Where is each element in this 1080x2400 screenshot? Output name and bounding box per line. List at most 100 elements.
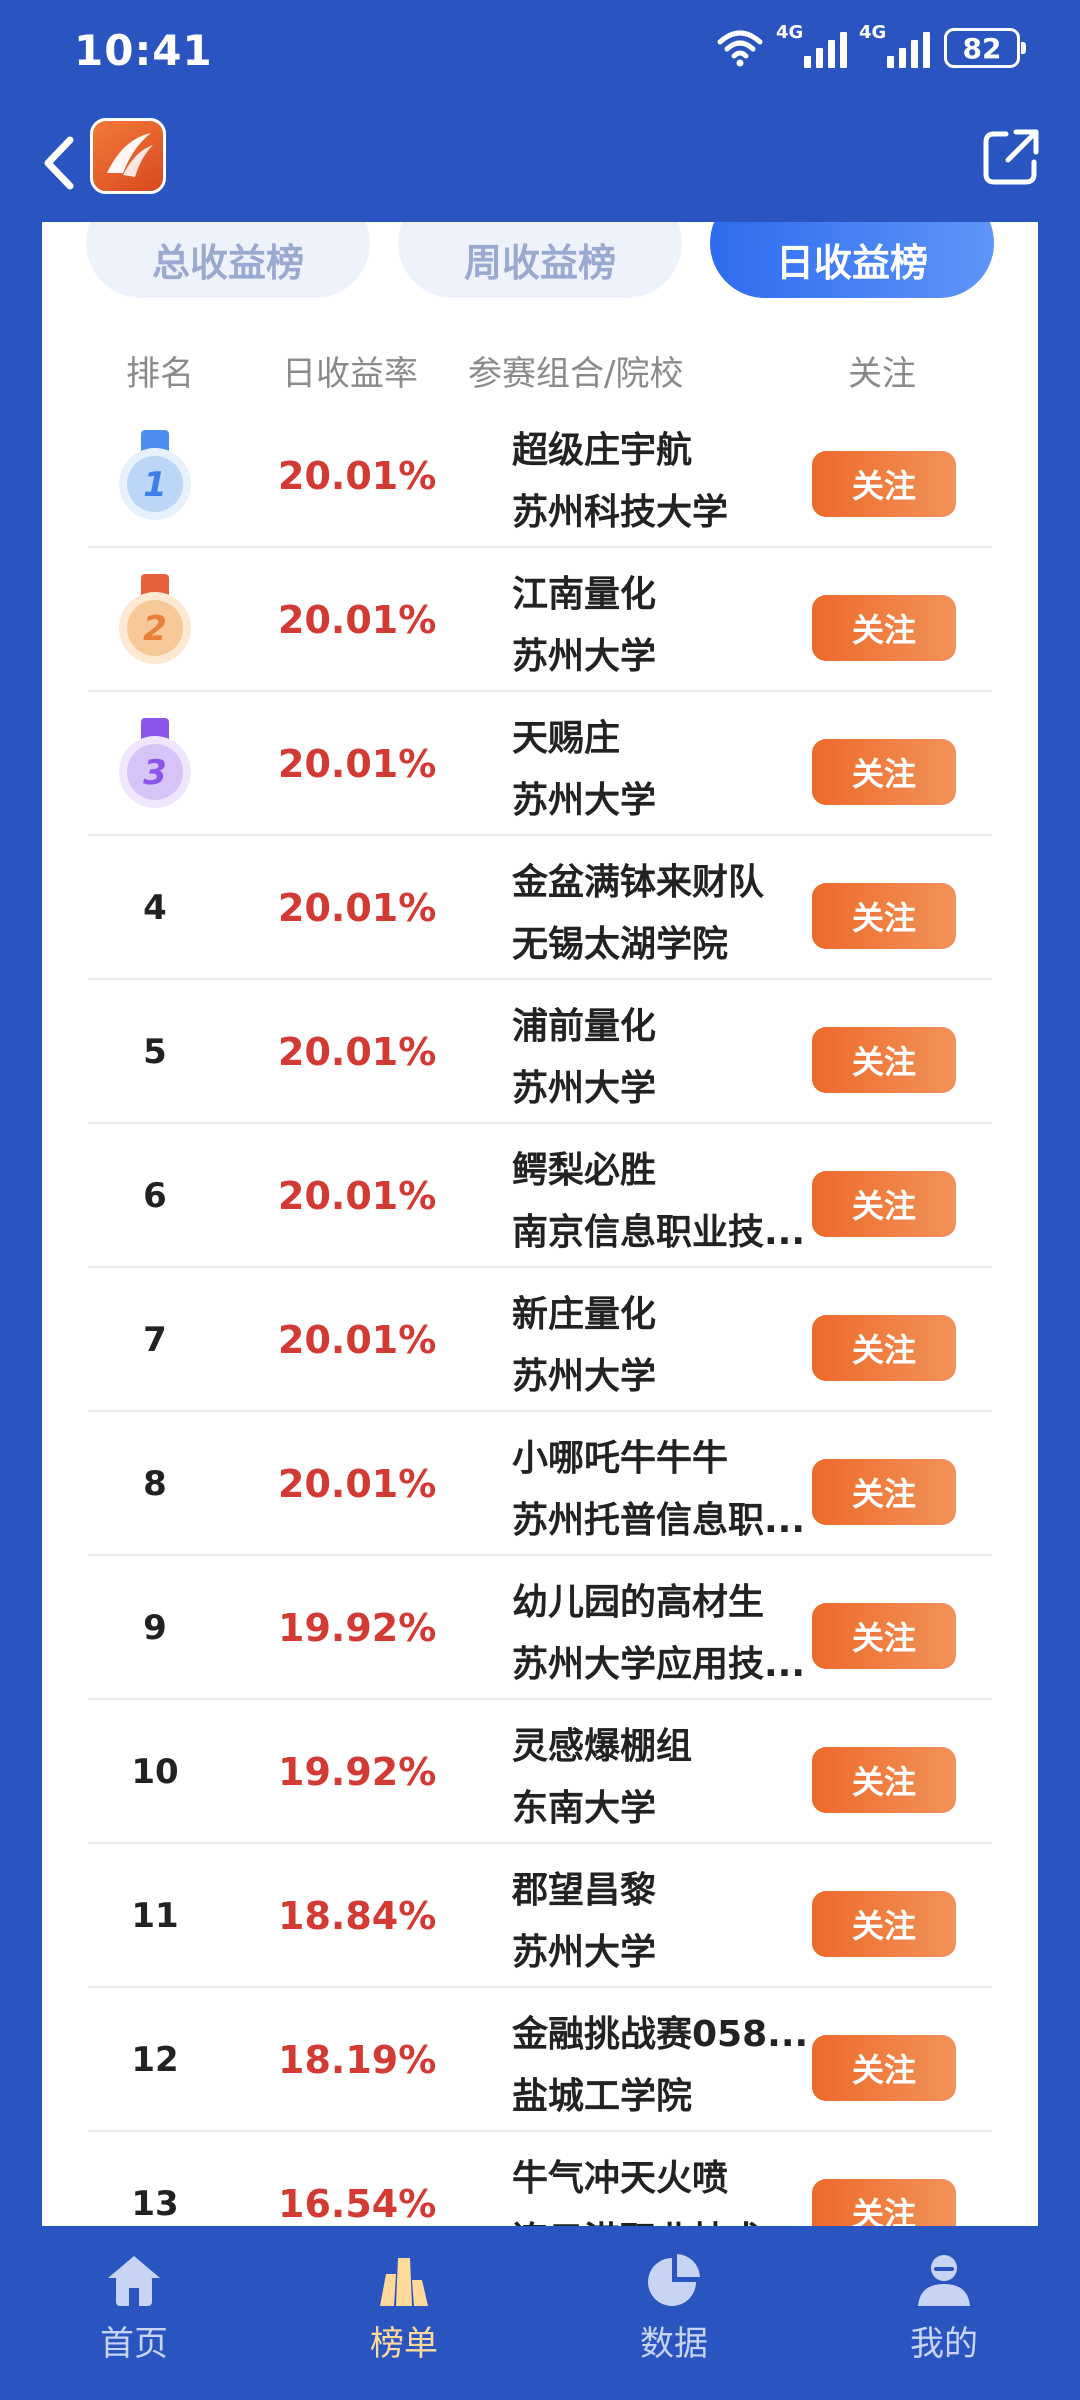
- team-name: 天赐庄: [512, 718, 621, 759]
- team-info: 江南量化 苏州大学: [512, 564, 812, 688]
- table-row: 5 20.01% 浦前量化 苏州大学 关注: [88, 980, 992, 1124]
- follow-button[interactable]: 关注: [812, 1027, 956, 1093]
- nav-home[interactable]: 首页: [54, 2250, 214, 2380]
- rank-number: 5: [143, 1032, 167, 1072]
- team-name: 牛气冲天火喷: [512, 2158, 729, 2199]
- nav-data[interactable]: 数据: [594, 2250, 754, 2380]
- team-info: 鳄梨必胜 南京信息职业技...: [512, 1140, 812, 1264]
- battery-icon: 82: [944, 28, 1026, 68]
- rank-number: 11: [131, 1896, 179, 1936]
- col-rate: 日收益率: [282, 354, 418, 394]
- team-info: 天赐庄 苏州大学: [512, 708, 812, 832]
- daily-return-rate: 20.01%: [278, 1030, 437, 1074]
- share-icon[interactable]: [976, 122, 1046, 192]
- rank-number: 10: [131, 1752, 179, 1792]
- follow-button[interactable]: 关注: [812, 595, 956, 661]
- team-info: 牛气冲天火喷连云港职业技术: [512, 2148, 812, 2226]
- home-icon: [108, 2256, 160, 2306]
- table-row: 7 20.01% 新庄量化 苏州大学 关注: [88, 1268, 992, 1412]
- rank-number: 13: [131, 2184, 179, 2224]
- ranking-icon: [380, 2258, 428, 2306]
- follow-button[interactable]: 关注: [812, 1891, 956, 1957]
- table-row: 9 19.92% 幼儿园的高材生 苏州大学应用技... 关注: [88, 1556, 992, 1700]
- col-rank: 排名: [126, 354, 194, 394]
- table-row: 12 18.19% 金融挑战赛058... 盐城工学院 关注: [88, 1988, 992, 2132]
- ranking-list: 1 20.01% 超级庄宇航 苏州科技大学 关注 2 20.01% 江南量化 苏州大学 关注 3 20…: [88, 404, 992, 2226]
- school-name: 苏州托普信息职...: [512, 1500, 806, 1541]
- daily-return-rate: 19.92%: [278, 1606, 437, 1650]
- medal-rank-text: 3: [143, 753, 167, 793]
- rank-cell: 9: [110, 1556, 200, 1700]
- follow-button[interactable]: 关注: [812, 451, 956, 517]
- status-bar: 10:41 4G 4G 82: [0, 0, 1080, 100]
- table-row: 1 20.01% 超级庄宇航 苏州科技大学 关注: [88, 404, 992, 548]
- team-name: 灵感爆棚组: [512, 1726, 693, 1767]
- team-name: 幼儿园的高材生: [512, 1582, 765, 1623]
- rank-cell: 4: [110, 836, 200, 980]
- school-name: 苏州科技大学: [512, 492, 729, 533]
- rank-cell: 11: [110, 1844, 200, 1988]
- table-header: 排名 日收益率 参赛组合/院校 关注: [42, 332, 1038, 402]
- rank-cell: 1: [110, 404, 200, 548]
- tab-weekly-return[interactable]: 周收益榜: [398, 222, 682, 298]
- tab-total-return[interactable]: 总收益榜: [86, 222, 370, 298]
- team-info: 郡望昌黎 苏州大学: [512, 1860, 812, 1984]
- medal-rank-text: 1: [143, 465, 167, 505]
- signal-icon: 4G: [776, 22, 847, 68]
- wifi-icon: [717, 30, 763, 67]
- follow-button[interactable]: 关注: [812, 2179, 956, 2226]
- school-name: 苏州大学: [512, 1932, 657, 1973]
- follow-button[interactable]: 关注: [812, 739, 956, 805]
- table-row: 13 16.54% 牛气冲天火喷连云港职业技术关注: [88, 2132, 992, 2226]
- table-row: 8 20.01% 小哪吒牛牛牛 苏州托普信息职... 关注: [88, 1412, 992, 1556]
- nav-ranking[interactable]: 榜单: [324, 2250, 484, 2380]
- table-row: 4 20.01% 金盆满钵来财队 无锡太湖学院 关注: [88, 836, 992, 980]
- follow-button[interactable]: 关注: [812, 1603, 956, 1669]
- follow-button[interactable]: 关注: [812, 1315, 956, 1381]
- follow-button[interactable]: 关注: [812, 883, 956, 949]
- table-row: 10 19.92% 灵感爆棚组 东南大学 关注: [88, 1700, 992, 1844]
- table-row: 6 20.01% 鳄梨必胜 南京信息职业技... 关注: [88, 1124, 992, 1268]
- medal-icon: 3: [119, 718, 191, 808]
- team-name: 金融挑战赛058...: [512, 2014, 809, 2055]
- user-icon: [918, 2255, 970, 2306]
- battery-level: 82: [962, 31, 1002, 65]
- rank-cell: 3: [110, 692, 200, 836]
- follow-button[interactable]: 关注: [812, 1747, 956, 1813]
- nav-mine[interactable]: 我的: [864, 2250, 1024, 2380]
- rank-cell: 13: [110, 2132, 200, 2226]
- follow-button[interactable]: 关注: [812, 1459, 956, 1525]
- daily-return-rate: 20.01%: [278, 454, 437, 498]
- medal-icon: 2: [119, 574, 191, 664]
- rank-cell: 2: [110, 548, 200, 692]
- status-time: 10:41: [74, 26, 213, 75]
- nav-home-label: 首页: [100, 2324, 168, 2364]
- school-name: 连云港职业技术: [512, 2210, 812, 2226]
- team-name: 小哪吒牛牛牛: [512, 1438, 729, 1479]
- col-team: 参赛组合/院校: [468, 354, 684, 394]
- pie-chart-icon: [648, 2254, 700, 2306]
- nav-ranking-label: 榜单: [370, 2324, 438, 2364]
- rank-cell: 10: [110, 1700, 200, 1844]
- daily-return-rate: 20.01%: [278, 1318, 437, 1362]
- team-info: 幼儿园的高材生 苏州大学应用技...: [512, 1572, 812, 1696]
- team-info: 灵感爆棚组 东南大学: [512, 1716, 812, 1840]
- daily-return-rate: 18.19%: [278, 2038, 437, 2082]
- follow-button[interactable]: 关注: [812, 1171, 956, 1237]
- school-name: 盐城工学院: [512, 2076, 693, 2117]
- school-name: 东南大学: [512, 1788, 657, 1829]
- daily-return-rate: 20.01%: [278, 886, 437, 930]
- rank-cell: 12: [110, 1988, 200, 2132]
- daily-return-rate: 19.92%: [278, 1750, 437, 1794]
- school-name: 苏州大学: [512, 1356, 657, 1397]
- back-icon[interactable]: [32, 128, 92, 198]
- team-name: 郡望昌黎: [512, 1870, 657, 1911]
- network-type-1: 4G: [776, 22, 804, 43]
- rank-cell: 8: [110, 1412, 200, 1556]
- school-name: 苏州大学应用技...: [512, 1644, 806, 1685]
- follow-button[interactable]: 关注: [812, 2035, 956, 2101]
- tab-daily-return[interactable]: 日收益榜: [710, 222, 994, 298]
- app-logo: [90, 118, 166, 194]
- team-info: 小哪吒牛牛牛苏州托普信息职...: [512, 1428, 812, 1552]
- rank-cell: 5: [110, 980, 200, 1124]
